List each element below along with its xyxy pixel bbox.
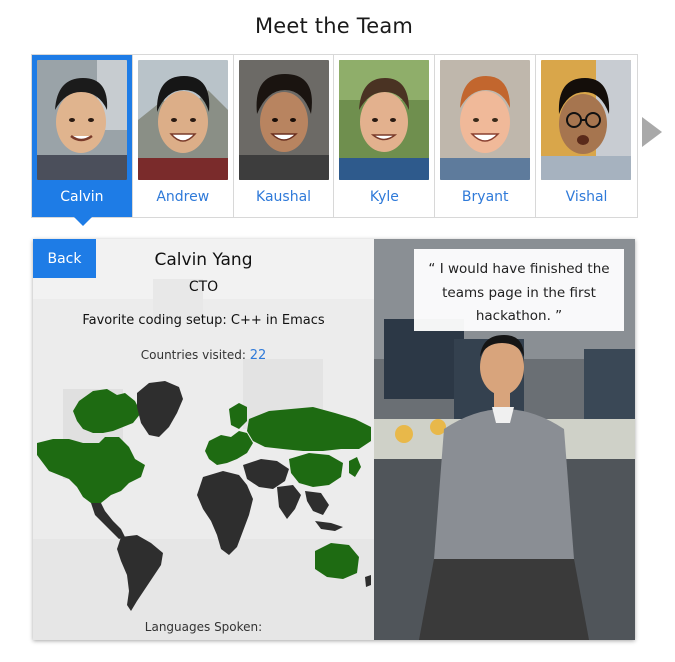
map-middle-east <box>243 459 289 489</box>
map-china <box>289 453 343 487</box>
map-southeast-asia <box>305 491 329 515</box>
person-role: CTO <box>188 279 219 295</box>
member-portrait: “ I would have finished the teams page i… <box>374 239 635 640</box>
map-scandinavia <box>229 403 247 429</box>
languages-spoken: Languages Spoken: <box>144 620 263 634</box>
member-photo <box>238 60 329 180</box>
member-quote: “ I would have finished the teams page i… <box>414 249 624 331</box>
map-russia <box>247 407 371 451</box>
countries-count: 22 <box>249 348 267 363</box>
map-indonesia <box>315 521 343 531</box>
member-card-kyle[interactable]: Kyle <box>334 55 436 217</box>
member-name: Andrew <box>156 189 210 205</box>
member-card-bryant[interactable]: Bryant <box>435 55 537 217</box>
countries-visited: Countries visited: 22 <box>33 348 374 363</box>
member-card-calvin[interactable]: Calvin <box>32 55 133 226</box>
member-photo <box>137 60 228 180</box>
countries-label: Countries visited: <box>140 348 246 362</box>
map-africa <box>197 471 253 555</box>
member-card-andrew[interactable]: Andrew <box>132 55 234 217</box>
team-carousel: Calvin Andrew Kaushal Kyle Bryant Vishal <box>31 54 638 226</box>
map-australia <box>315 543 359 579</box>
map-north-america <box>37 437 145 503</box>
person-name: Calvin Yang <box>154 250 253 270</box>
member-info: Back Calvin Yang CTO Favorite coding set… <box>33 239 374 640</box>
map-india <box>277 485 301 519</box>
chevron-right-icon[interactable] <box>642 117 662 147</box>
world-map <box>37 381 371 611</box>
member-name: Vishal <box>565 189 608 205</box>
member-photo <box>37 60 127 180</box>
member-name: Kaushal <box>256 189 312 205</box>
member-photo <box>541 60 632 180</box>
map-europe <box>205 431 253 465</box>
member-name: Kyle <box>369 189 399 205</box>
coding-setup: Favorite coding setup: C++ in Emacs <box>82 313 325 328</box>
map-canada-islands <box>73 389 141 433</box>
map-greenland <box>137 381 183 437</box>
map-japan <box>349 457 361 477</box>
map-new-zealand <box>365 575 371 587</box>
map-central-america <box>91 503 125 539</box>
member-name: Bryant <box>461 189 509 205</box>
member-card-vishal[interactable]: Vishal <box>536 55 637 217</box>
member-photo <box>339 60 430 180</box>
member-detail-panel: Back Calvin Yang CTO Favorite coding set… <box>33 239 635 640</box>
member-photo <box>440 60 531 180</box>
member-card-kaushal[interactable]: Kaushal <box>233 55 335 217</box>
page-title: Meet the Team <box>254 14 414 38</box>
member-name: Calvin <box>60 189 104 205</box>
map-south-america <box>117 535 163 611</box>
